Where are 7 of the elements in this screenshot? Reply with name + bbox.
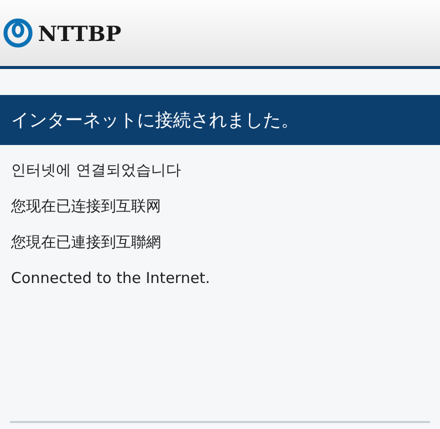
logo-icon xyxy=(3,18,33,48)
banner-title: インターネットに接続されました。 xyxy=(11,109,299,132)
message-text: 您现在已连接到互联网 xyxy=(11,196,162,217)
message-text: 您現在已連接到互聯網 xyxy=(11,232,162,253)
message-text: Connected to the Internet. xyxy=(11,268,212,289)
message-text: 인터넷에 연결되었습니다 xyxy=(11,160,182,181)
logo-text: NTTBP xyxy=(38,20,122,46)
